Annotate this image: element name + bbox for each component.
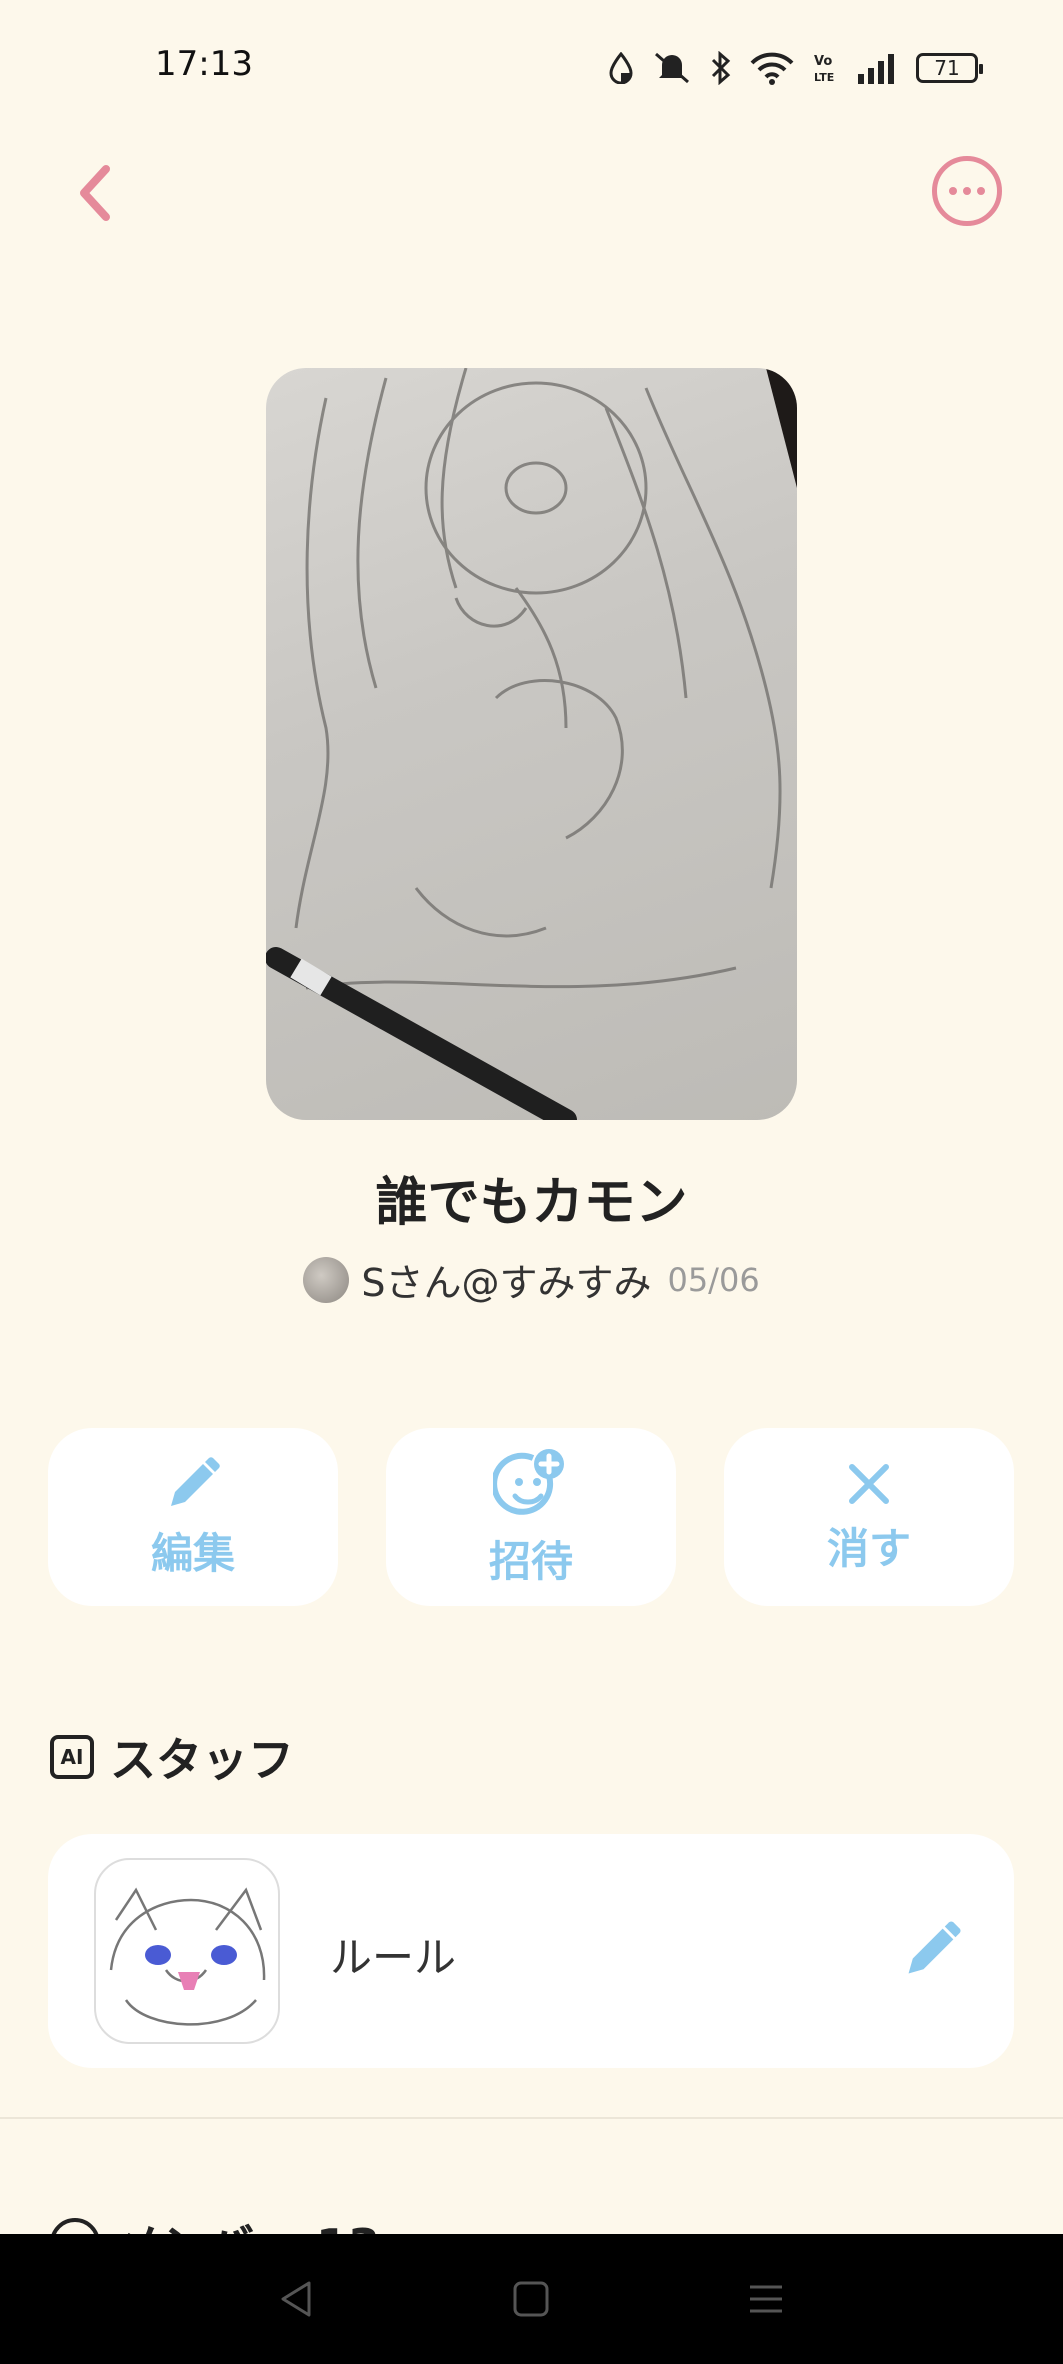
staff-avatar <box>94 1858 280 2044</box>
group-title: 誰でもカモン <box>375 1173 688 1233</box>
volte-icon: Vo LTE <box>814 54 834 84</box>
staff-edit-button[interactable] <box>900 1918 964 1982</box>
close-icon <box>849 1463 889 1504</box>
signal-icon <box>858 54 894 84</box>
chevron-left-icon <box>80 165 110 221</box>
owner-avatar[interactable] <box>303 1256 350 1303</box>
system-nav-bar <box>0 2234 1063 2364</box>
staff-header: AI スタッフ <box>50 1724 294 1790</box>
section-divider <box>0 2117 1063 2119</box>
delete-label: 消す <box>826 1523 911 1573</box>
back-button[interactable] <box>64 158 124 228</box>
owner-row[interactable]: Sさん@すみすみ 05/06 <box>0 1252 1063 1307</box>
bluetooth-icon <box>711 51 731 85</box>
staff-name: ルール <box>330 1933 457 1982</box>
sketch-illustration <box>266 368 797 1120</box>
delete-button[interactable]: 消す <box>724 1428 1014 1606</box>
more-dots-icon <box>949 187 957 195</box>
more-button[interactable] <box>932 156 1002 226</box>
edit-label: 編集 <box>150 1528 235 1578</box>
group-cover-image[interactable] <box>266 368 797 1120</box>
battery-icon: 71 <box>916 53 983 83</box>
staff-card[interactable]: ルール <box>48 1834 1014 2068</box>
svg-text:LTE: LTE <box>814 71 834 84</box>
status-icons: Vo LTE 71 <box>608 48 983 88</box>
nav-home-icon[interactable] <box>511 2279 551 2319</box>
nav-menu-icon[interactable] <box>746 2279 786 2319</box>
pencil-icon <box>171 1456 220 1506</box>
mute-icon <box>655 52 689 84</box>
staff-title: スタッフ <box>110 1733 294 1787</box>
nav-back-icon[interactable] <box>277 2279 317 2319</box>
wifi-icon <box>750 52 794 85</box>
owner-name[interactable]: Sさん@すみすみ <box>361 1252 651 1307</box>
svg-text:Vo: Vo <box>814 54 832 69</box>
invite-button[interactable]: 招待 <box>386 1428 676 1606</box>
edit-button[interactable]: 編集 <box>48 1428 338 1606</box>
staff-avatar-illustration <box>109 1887 266 2026</box>
data-saver-icon <box>609 52 633 84</box>
status-time: 17:13 <box>155 44 253 84</box>
ai-icon: AI <box>50 1735 94 1779</box>
invite-icon <box>493 1448 564 1515</box>
created-date: 05/06 <box>667 1260 760 1299</box>
pencil-icon <box>908 1921 961 1974</box>
invite-label: 招待 <box>488 1536 573 1586</box>
